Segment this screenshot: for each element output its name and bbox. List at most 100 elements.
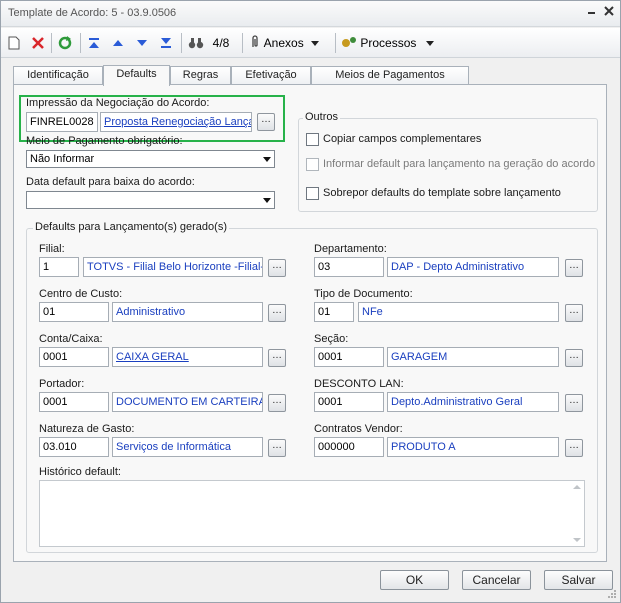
template-acordo-window: Template de Acordo: 5 - 03.9.0506 4/8 An… (0, 0, 621, 603)
toolbar-separator (181, 33, 182, 53)
anexos-menu[interactable]: Anexos (249, 33, 333, 53)
secao-lookup-button[interactable]: … (565, 349, 583, 367)
tipo-documento-code-field[interactable]: 01 (314, 302, 354, 322)
tab-defaults[interactable]: Defaults (103, 65, 170, 86)
portador-code-field[interactable]: 0001 (39, 392, 109, 412)
scroll-up-icon (573, 485, 581, 489)
delete-x-icon (32, 37, 44, 49)
defaults-lancamento-title: Defaults para Lançamento(s) gerado(s) (33, 221, 229, 233)
conta-caixa-description-link[interactable]: CAIXA GERAL (112, 347, 263, 367)
secao-description-field[interactable]: GARAGEM (387, 347, 559, 367)
window-title: Template de Acordo: 5 - 03.9.0506 (8, 7, 177, 19)
refresh-icon (58, 36, 72, 50)
chevron-down-icon (425, 41, 434, 46)
secao-code-field[interactable]: 0001 (314, 347, 384, 367)
tipo-documento-description-field[interactable]: NFe (358, 302, 559, 322)
departamento-description-field[interactable]: DAP - Depto Administrativo (387, 257, 559, 277)
gears-icon (342, 37, 356, 47)
next-record-button[interactable] (134, 33, 150, 53)
filial-lookup-button[interactable]: … (268, 259, 286, 277)
tipo-documento-lookup-button[interactable]: … (565, 304, 583, 322)
anexos-label: Anexos (263, 36, 304, 50)
secao-label: Seção: (314, 333, 349, 345)
delete-button[interactable] (30, 33, 46, 53)
copiar-campos-checkbox[interactable] (306, 133, 319, 146)
contratos-vendor-description-field[interactable]: PRODUTO A (387, 437, 559, 457)
sobrepor-defaults-checkbox[interactable] (306, 187, 319, 200)
informar-default-label: Informar default para lançamento na gera… (323, 158, 596, 170)
save-button[interactable]: Salvar (544, 570, 613, 590)
tab-meios-de-pagamentos[interactable]: Meios de Pagamentos (311, 66, 469, 85)
refresh-button[interactable] (56, 33, 74, 53)
natureza-gasto-label: Natureza de Gasto: (39, 423, 135, 435)
historico-textarea[interactable] (39, 480, 585, 547)
departamento-code-field[interactable]: 03 (314, 257, 384, 277)
contratos-vendor-lookup-button[interactable]: … (565, 439, 583, 457)
meio-pagamento-label: Meio de Pagamento obrigatório: (26, 135, 183, 147)
desconto-lan-description-field[interactable]: Depto.Administrativo Geral (387, 392, 559, 412)
toolbar-separator (242, 33, 243, 53)
natureza-gasto-code-field[interactable]: 03.010 (39, 437, 109, 457)
last-record-button[interactable] (158, 33, 174, 53)
portador-label: Portador: (39, 378, 85, 390)
contratos-vendor-code-field[interactable]: 000000 (314, 437, 384, 457)
close-button[interactable] (601, 5, 617, 21)
filial-code-field[interactable]: 1 (39, 257, 79, 277)
processos-menu[interactable]: Processos (341, 33, 441, 53)
search-button[interactable] (187, 33, 205, 53)
desconto-lan-lookup-button[interactable]: … (565, 394, 583, 412)
toolbar-separator (80, 33, 81, 53)
toolbar-separator (335, 33, 336, 53)
portador-lookup-button[interactable]: … (268, 394, 286, 412)
minimize-button[interactable] (584, 5, 600, 21)
centro-custo-description-field[interactable]: Administrativo (112, 302, 263, 322)
title-bar: Template de Acordo: 5 - 03.9.0506 (1, 1, 620, 27)
paperclip-icon (252, 35, 258, 47)
centro-custo-lookup-button[interactable]: … (268, 304, 286, 322)
conta-caixa-lookup-button[interactable]: … (268, 349, 286, 367)
conta-caixa-code-field[interactable]: 0001 (39, 347, 109, 367)
desconto-lan-label: DESCONTO LAN: (314, 378, 404, 390)
record-counter: 4/8 (212, 36, 230, 50)
portador-description-field[interactable]: DOCUMENTO EM CARTEIRA (112, 392, 263, 412)
meio-pagamento-select[interactable]: Não Informar (26, 150, 275, 168)
data-baixa-label: Data default para baixa do acordo: (26, 176, 195, 188)
outros-group: Outros Copiar campos complementares Info… (298, 111, 598, 212)
ok-button[interactable]: OK (380, 570, 449, 590)
toolbar-separator (51, 33, 52, 53)
historico-label: Histórico default: (39, 466, 121, 478)
resize-grip-icon[interactable] (607, 589, 617, 599)
tab-identificacao[interactable]: Identificação (13, 66, 103, 85)
chevron-down-icon (311, 41, 320, 46)
historico-scrollbar[interactable] (570, 481, 584, 546)
previous-record-button[interactable] (110, 33, 126, 53)
natureza-gasto-lookup-button[interactable]: … (268, 439, 286, 457)
new-button[interactable] (6, 33, 22, 53)
tab-efetivacao[interactable]: Efetivação (231, 66, 311, 85)
defaults-lancamento-group: Defaults para Lançamento(s) gerado(s) Fi… (26, 221, 598, 553)
informar-default-checkbox[interactable] (306, 158, 319, 171)
tab-regras[interactable]: Regras (170, 66, 231, 85)
last-record-icon (161, 38, 171, 48)
data-baixa-select[interactable] (26, 191, 275, 209)
new-document-icon (8, 36, 20, 50)
tipo-documento-label: Tipo de Documento: (314, 288, 413, 300)
natureza-gasto-description-field[interactable]: Serviços de Informática (112, 437, 263, 457)
cancel-button[interactable]: Cancelar (462, 570, 531, 590)
minimize-icon (588, 12, 595, 14)
filial-description-field[interactable]: TOTVS - Filial Belo Horizonte -Filial- (83, 257, 263, 277)
defaults-panel: Impressão da Negociação do Acordo: FINRE… (13, 84, 607, 562)
conta-caixa-label: Conta/Caixa: (39, 333, 103, 345)
sobrepor-defaults-label: Sobrepor defaults do template sobre lanç… (323, 187, 561, 199)
departamento-lookup-button[interactable]: … (565, 259, 583, 277)
first-record-button[interactable] (86, 33, 102, 53)
toolbar: 4/8 Anexos Processos (1, 28, 620, 58)
outros-title: Outros (303, 111, 341, 123)
arrow-up-icon (113, 40, 123, 46)
centro-custo-code-field[interactable]: 01 (39, 302, 109, 322)
desconto-lan-code-field[interactable]: 0001 (314, 392, 384, 412)
binoculars-icon (188, 38, 204, 49)
contratos-vendor-label: Contratos Vendor: (314, 423, 403, 435)
chevron-down-icon (263, 198, 271, 203)
first-record-icon (89, 38, 99, 48)
